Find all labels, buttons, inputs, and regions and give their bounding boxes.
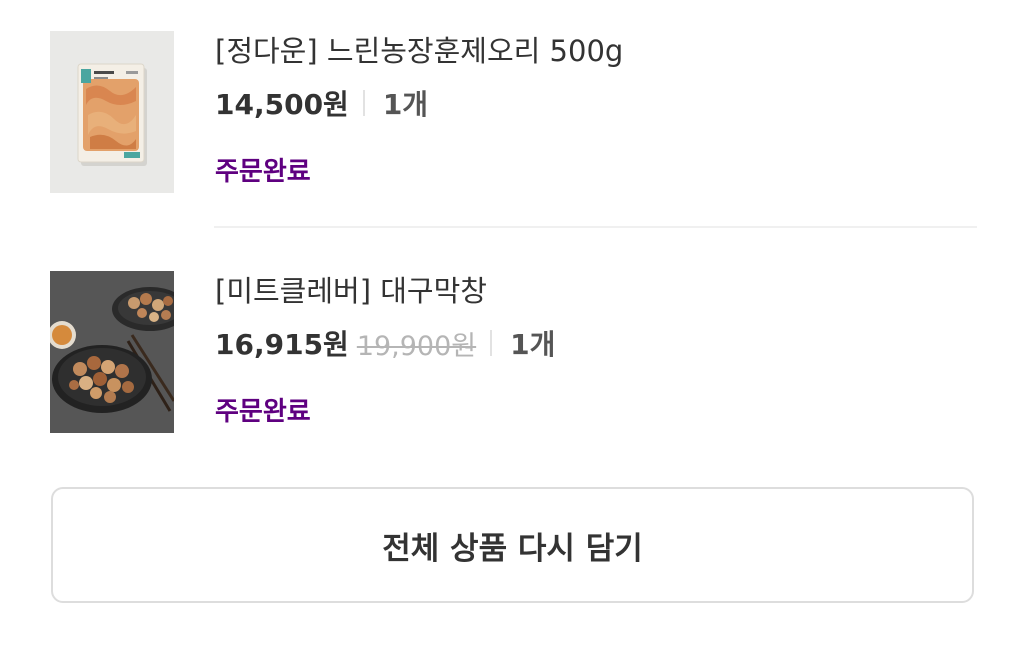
product-sale-price: 16,915원 (215, 328, 349, 361)
product-quantity: 1개 (510, 328, 556, 361)
product-name[interactable]: [미트클레버] 대구막창 (215, 273, 487, 309)
price-row: 16,915원 19,900원 1개 (215, 325, 556, 362)
order-item: [정다운] 느린농장훈제오리 500g 14,500원 1개 주문완료 (0, 31, 1024, 193)
product-thumbnail[interactable] (50, 31, 174, 193)
reorder-all-button[interactable]: 전체 상품 다시 담기 (51, 487, 974, 603)
order-status: 주문완료 (215, 397, 311, 427)
order-status: 주문완료 (215, 157, 311, 187)
product-original-price: 19,900원 (356, 330, 477, 362)
product-price: 14,500원 (215, 88, 349, 121)
price-row: 14,500원 1개 (215, 85, 428, 121)
price-divider (362, 90, 365, 116)
price-divider (490, 330, 493, 356)
product-quantity: 1개 (382, 88, 429, 121)
grilled-makchang-plate-image (50, 271, 174, 433)
product-thumbnail[interactable] (50, 271, 174, 433)
product-name[interactable]: [정다운] 느린농장훈제오리 500g (215, 33, 623, 69)
order-item: [미트클레버] 대구막창 16,915원 19,900원 1개 주문완료 (0, 271, 1024, 433)
item-divider (214, 226, 977, 228)
reorder-all-label: 전체 상품 다시 담기 (382, 530, 643, 567)
smoked-duck-package-image (50, 31, 174, 193)
